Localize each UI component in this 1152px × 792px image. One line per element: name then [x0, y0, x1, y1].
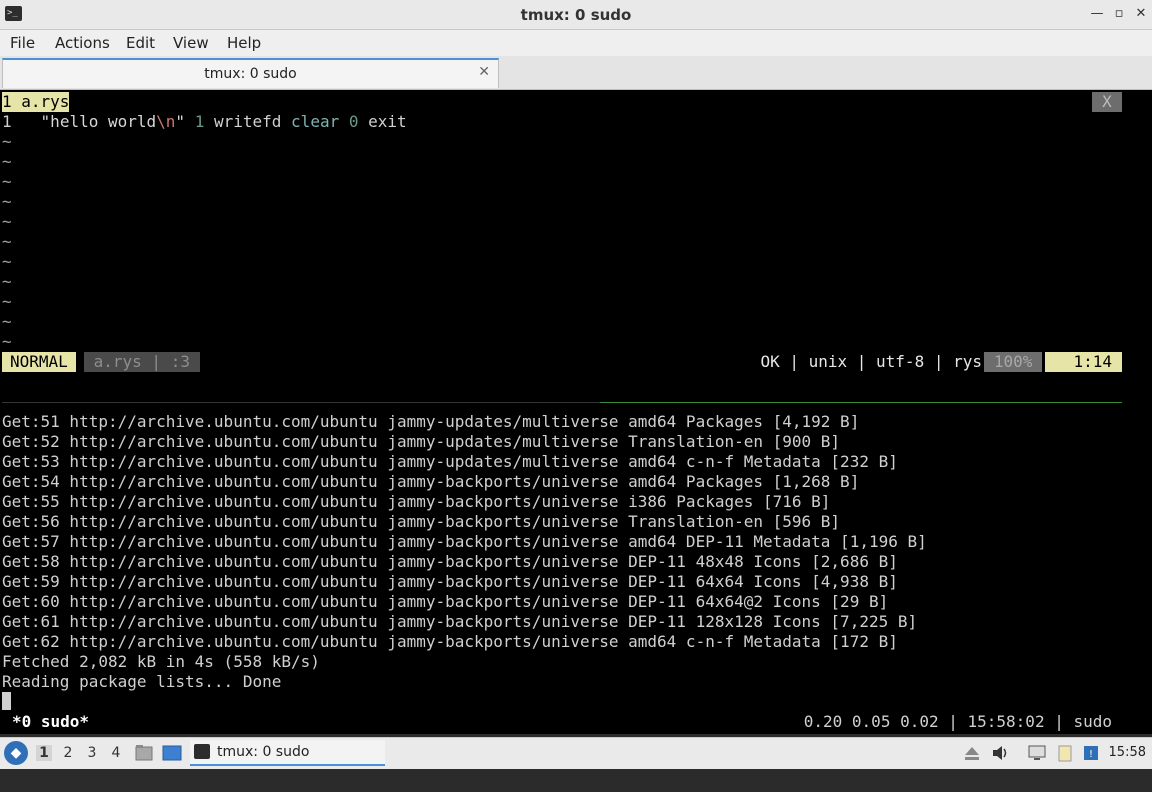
output-line: Get:56 http://archive.ubuntu.com/ubuntu …	[2, 512, 841, 531]
active-pane-border	[600, 402, 1122, 403]
empty-line-tilde: ~	[2, 152, 12, 171]
cursor-position: 1:14	[1045, 352, 1122, 372]
workspace-2[interactable]: 2	[60, 745, 76, 761]
tmux-status-bar: *0 sudo* 0.20 0.05 0.02 | 15:58:02 | sud…	[0, 712, 1152, 732]
empty-line-tilde: ~	[2, 212, 12, 231]
menu-bar: File Actions Edit View Help	[0, 30, 1152, 56]
terminal-task-icon	[194, 744, 210, 759]
menu-actions[interactable]: Actions	[55, 34, 110, 52]
output-line: Get:58 http://archive.ubuntu.com/ubuntu …	[2, 552, 898, 571]
tmux-window-tab[interactable]: *0 sudo*	[12, 712, 89, 732]
output-line: Get:52 http://archive.ubuntu.com/ubuntu …	[2, 432, 841, 451]
workspace-1[interactable]: 1	[36, 745, 52, 761]
title-bar: >_ tmux: 0 sudo — ▫ ✕	[0, 0, 1152, 30]
empty-line-tilde: ~	[2, 312, 12, 331]
output-line: Get:59 http://archive.ubuntu.com/ubuntu …	[2, 572, 898, 591]
eject-icon[interactable]	[962, 743, 982, 763]
taskbar: ◆ 1 2 3 4 tmux: 0 sudo ! 15:58	[0, 737, 1152, 769]
empty-line-tilde: ~	[2, 272, 12, 291]
line-number: 1	[2, 112, 12, 131]
output-line: Get:51 http://archive.ubuntu.com/ubuntu …	[2, 412, 860, 431]
output-line: Get:53 http://archive.ubuntu.com/ubuntu …	[2, 452, 898, 471]
workspace-4[interactable]: 4	[108, 745, 124, 761]
output-line: Reading package lists... Done	[2, 672, 282, 691]
output-line: Fetched 2,082 kB in 4s (558 kB/s)	[2, 652, 320, 671]
menu-edit[interactable]: Edit	[126, 34, 155, 52]
code-word: writefd	[213, 112, 282, 131]
file-info: OK | unix | utf-8 | rys	[760, 352, 982, 371]
empty-line-tilde: ~	[2, 332, 12, 351]
code-number: 1	[194, 112, 205, 131]
file-manager-icon[interactable]	[134, 743, 154, 763]
code-line-1: 1 "hello world\n" 1 writefd clear 0 exit	[2, 112, 407, 132]
output-line: Get:57 http://archive.ubuntu.com/ubuntu …	[2, 532, 927, 551]
empty-line-tilde: ~	[2, 232, 12, 251]
output-line: Get:61 http://archive.ubuntu.com/ubuntu …	[2, 612, 918, 631]
code-string: "hello world	[40, 112, 157, 131]
workspace-3[interactable]: 3	[84, 745, 100, 761]
mode-indicator: NORMAL	[2, 352, 76, 372]
volume-icon[interactable]	[990, 743, 1010, 763]
empty-line-tilde: ~	[2, 252, 12, 271]
menu-file[interactable]: File	[10, 34, 35, 52]
file-segment: a.rys | :3	[84, 352, 200, 372]
buffer-tab[interactable]: 1 a.rys	[2, 92, 70, 112]
scroll-percent: 100%	[984, 352, 1042, 372]
minimize-button[interactable]: —	[1088, 5, 1106, 23]
tab-title: tmux: 0 sudo	[204, 66, 297, 82]
clock[interactable]: 15:58	[1109, 745, 1146, 760]
output-line: Get:54 http://archive.ubuntu.com/ubuntu …	[2, 472, 860, 491]
output-line: Get:60 http://archive.ubuntu.com/ubuntu …	[2, 592, 889, 611]
empty-line-tilde: ~	[2, 132, 12, 151]
empty-line-tilde: ~	[2, 172, 12, 191]
buffer-close-button[interactable]: X	[1092, 92, 1122, 112]
code-escape: \n	[156, 112, 176, 131]
network-icon[interactable]	[1027, 743, 1047, 763]
tab-bar: tmux: 0 sudo ✕	[0, 56, 1152, 90]
menu-view[interactable]: View	[173, 34, 209, 52]
code-word: exit	[368, 112, 407, 131]
taskbar-window-item[interactable]: tmux: 0 sudo	[190, 740, 385, 766]
svg-text:!: !	[1089, 749, 1093, 760]
code-string-close: "	[175, 112, 186, 131]
empty-line-tilde: ~	[2, 192, 12, 211]
output-line: Get:62 http://archive.ubuntu.com/ubuntu …	[2, 632, 898, 651]
empty-line-tilde: ~	[2, 292, 12, 311]
output-line: Get:55 http://archive.ubuntu.com/ubuntu …	[2, 492, 831, 511]
restore-button[interactable]: ▫	[1110, 5, 1128, 23]
terminal-tab[interactable]: tmux: 0 sudo ✕	[2, 58, 499, 88]
tmux-status-right: 0.20 0.05 0.02 | 15:58:02 | sudo	[803, 712, 1112, 731]
start-menu-icon[interactable]: ◆	[4, 741, 28, 765]
menu-help[interactable]: Help	[227, 34, 261, 52]
show-desktop-icon[interactable]	[162, 743, 182, 763]
tab-close-icon[interactable]: ✕	[478, 64, 490, 80]
notification-icon[interactable]: !	[1081, 743, 1101, 763]
terminal-area[interactable]: 1 a.rys X 1 "hello world\n" 1 writefd cl…	[0, 90, 1152, 734]
terminal-cursor	[2, 692, 11, 710]
clipboard-icon[interactable]	[1055, 743, 1075, 763]
code-number: 0	[348, 112, 359, 131]
window-title: tmux: 0 sudo	[520, 6, 632, 24]
editor-statusline: NORMAL a.rys | :3 OK | unix | utf-8 | ry…	[2, 352, 1122, 372]
code-keyword: clear	[291, 112, 340, 131]
close-window-button[interactable]: ✕	[1132, 5, 1150, 23]
task-label: tmux: 0 sudo	[217, 744, 310, 760]
